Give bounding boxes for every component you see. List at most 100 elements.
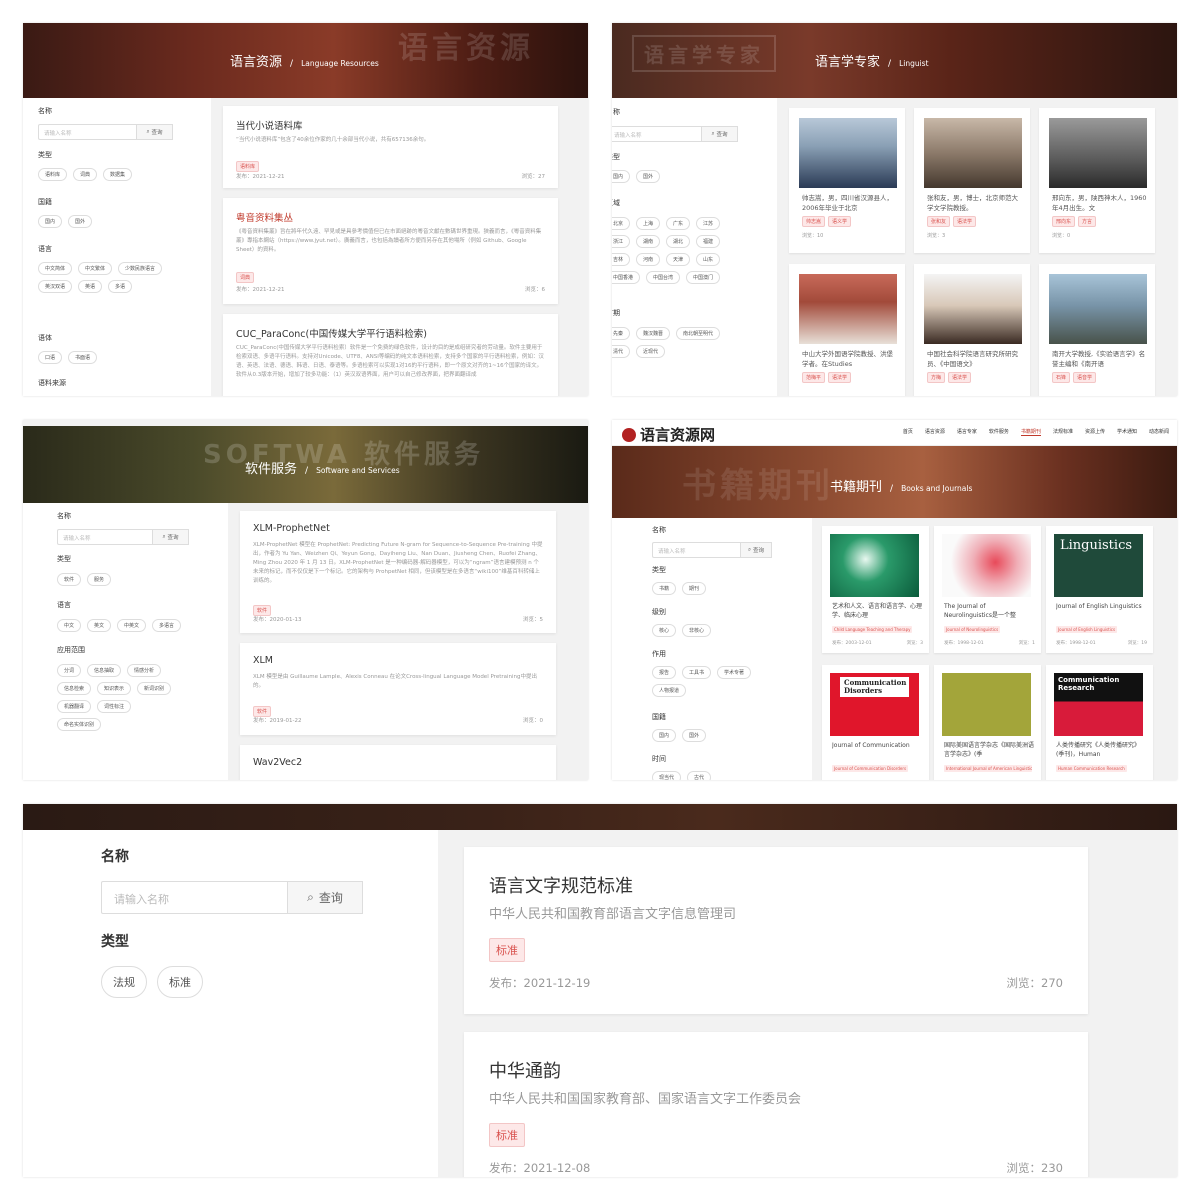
lang-chip[interactable]: 中文	[57, 619, 82, 632]
era-chip[interactable]: 近现代	[636, 345, 666, 358]
software-card[interactable]: XLM XLM 模型是由 Guillaume Lample、Alexis Con…	[240, 643, 556, 735]
nav-item[interactable]: 软件服务	[989, 428, 1009, 436]
era-chip[interactable]: 清代	[612, 345, 631, 358]
type-chip[interactable]: 标准	[157, 966, 203, 998]
region-chip[interactable]: 中国澳门	[686, 271, 721, 284]
use-chip[interactable]: 工具书	[682, 666, 712, 679]
lang-chip[interactable]: 少数民族语言	[118, 262, 163, 275]
search-button[interactable]: ⌕ 查询	[287, 881, 363, 914]
country-chip[interactable]: 国内	[612, 170, 631, 183]
country-chip[interactable]: 国外	[636, 170, 661, 183]
style-chip[interactable]: 口语	[38, 351, 63, 364]
nav-item-active[interactable]: 书籍期刊	[1020, 428, 1041, 436]
region-chip[interactable]: 天津	[666, 253, 691, 266]
card-title[interactable]: 当代小说语料库	[236, 118, 303, 132]
card-title[interactable]: XLM-ProphetNet	[253, 523, 330, 534]
nav-item[interactable]: 学术通知	[1117, 428, 1137, 436]
region-chip[interactable]: 中国台湾	[646, 271, 681, 284]
app-chip[interactable]: 词性标注	[97, 700, 132, 713]
lang-chip[interactable]: 英汉双语	[38, 280, 73, 293]
search-input[interactable]: 请输入名称	[612, 126, 701, 142]
type-chip[interactable]: 软件	[57, 573, 82, 586]
lang-chip[interactable]: 多语言	[152, 619, 182, 632]
era-chip[interactable]: 魏汉魏晋	[636, 327, 671, 340]
region-chip[interactable]: 江苏	[696, 217, 721, 230]
nav-item[interactable]: 资源上传	[1085, 428, 1105, 436]
card-title[interactable]: 语言文字规范标准	[489, 872, 633, 898]
region-chip[interactable]: 福建	[696, 235, 721, 248]
card-title[interactable]: CUC_ParaConc(中国传媒大学平行语料检索)	[236, 326, 427, 340]
country-chip[interactable]: 国内	[652, 729, 677, 742]
use-chip[interactable]: 学术专著	[717, 666, 752, 679]
lang-chip[interactable]: 英文	[87, 619, 112, 632]
app-chip[interactable]: 信息抽取	[87, 664, 122, 677]
lang-chip[interactable]: 中文简体	[38, 262, 73, 275]
country-chip[interactable]: 国内	[38, 215, 63, 228]
standard-card[interactable]: 语言文字规范标准 中华人民共和国教育部语言文字信息管理司 标准 发布：2021-…	[464, 847, 1088, 1014]
lang-chip[interactable]: 中文繁体	[78, 262, 113, 275]
search-button[interactable]: ⌕ 查询	[701, 126, 738, 142]
software-card[interactable]: XLM-ProphetNet XLM-ProphetNet 模型在 Prophe…	[240, 511, 556, 633]
nav-item[interactable]: 法规标准	[1053, 428, 1073, 436]
linguist-card[interactable]: 帅志嵩，男，四川省汉源县人，2006年毕业于北京 帅志嵩 语义学 浏览：10	[789, 108, 905, 253]
region-chip[interactable]: 上海	[636, 217, 661, 230]
linguist-card[interactable]: 南开大学教授,《实验语言学》名誉主编和《南开语 石锋 语音学	[1039, 264, 1155, 396]
app-chip[interactable]: 信息检索	[57, 682, 92, 695]
book-card[interactable]: 国际美国语言学杂志《国际美洲语言学杂志》(季 International Jou…	[934, 665, 1041, 780]
type-chip[interactable]: 词典	[73, 168, 98, 181]
search-button[interactable]: ⌕ 查询	[136, 124, 173, 140]
linguist-card[interactable]: 中山大学外国语学院教授、洪堡学者。在Studies 范梅平 语法学	[789, 264, 905, 396]
card-title[interactable]: 粤音资料集丛	[236, 210, 293, 224]
type-chip[interactable]: 数据集	[103, 168, 133, 181]
book-card[interactable]: Linguistics Journal of English Linguisti…	[1046, 526, 1153, 653]
region-chip[interactable]: 河南	[636, 253, 661, 266]
linguist-card[interactable]: 张和友，男，博士，北京师范大学文学院教授。 张和友 语法学 浏览：3	[914, 108, 1030, 253]
app-chip[interactable]: 知识表示	[97, 682, 132, 695]
card-title[interactable]: Wav2Vec2	[253, 757, 302, 768]
region-chip[interactable]: 广东	[666, 217, 691, 230]
style-chip[interactable]: 书面语	[68, 351, 98, 364]
book-card[interactable]: 艺术和人文、语言和语言学、心理学、临床心理 Child Language Tea…	[822, 526, 929, 653]
site-logo[interactable]: 语言资源网	[622, 424, 715, 445]
search-input[interactable]: 请输入名称	[38, 124, 136, 140]
linguist-card[interactable]: 邢向东，男，陕西神木人，1960年4月出生。文 邢向东 方言 浏览：0	[1039, 108, 1155, 253]
region-chip[interactable]: 北京	[612, 217, 631, 230]
app-chip[interactable]: 情感分析	[127, 664, 162, 677]
type-chip[interactable]: 法规	[101, 966, 147, 998]
level-chip[interactable]: 核心	[652, 624, 677, 637]
app-chip[interactable]: 分词	[57, 664, 82, 677]
search-button[interactable]: ⌕ 查询	[740, 542, 772, 558]
country-chip[interactable]: 国外	[68, 215, 93, 228]
book-card[interactable]: Communication Disorders Journal of Commu…	[822, 665, 929, 780]
region-chip[interactable]: 浙江	[612, 235, 631, 248]
type-chip[interactable]: 服务	[87, 573, 112, 586]
region-chip[interactable]: 山东	[696, 253, 721, 266]
standard-card[interactable]: 中华通韵 中华人民共和国国家教育部、国家语言文字工作委员会 标准 发布：2021…	[464, 1032, 1088, 1177]
level-chip[interactable]: 非核心	[682, 624, 712, 637]
lang-chip[interactable]: 英语	[78, 280, 103, 293]
resource-card[interactable]: 粤音资料集丛 《粤音資料集叢》旨在將年代久遠、罕見或是具參考價值但已在市面絕跡的…	[223, 198, 558, 304]
era-chip[interactable]: 南北朝至明代	[676, 327, 721, 340]
lang-chip[interactable]: 多语	[108, 280, 133, 293]
time-chip[interactable]: 现当代	[652, 771, 682, 780]
region-chip[interactable]: 中国香港	[612, 271, 641, 284]
type-chip[interactable]: 书籍	[652, 582, 677, 595]
software-card[interactable]: Wav2Vec2	[240, 745, 556, 780]
search-input[interactable]: 请输入名称	[57, 529, 152, 545]
nav-item[interactable]: 语言专家	[957, 428, 977, 436]
search-input[interactable]: 请输入名称	[652, 542, 740, 558]
app-chip[interactable]: 机器翻译	[57, 700, 92, 713]
nav-item[interactable]: 首页	[903, 428, 913, 436]
country-chip[interactable]: 国外	[682, 729, 707, 742]
region-chip[interactable]: 吉林	[612, 253, 631, 266]
linguist-card[interactable]: 中国社会科学院语言研究所研究员、《中国语文》 方梅 语法学	[914, 264, 1030, 396]
use-chip[interactable]: 报告	[652, 666, 677, 679]
search-input[interactable]: 请输入名称	[101, 881, 287, 914]
type-chip[interactable]: 期刊	[682, 582, 707, 595]
region-chip[interactable]: 湖北	[666, 235, 691, 248]
region-chip[interactable]: 湖南	[636, 235, 661, 248]
search-button[interactable]: ⌕ 查询	[152, 529, 189, 545]
nav-item[interactable]: 动态新闻	[1149, 428, 1169, 436]
time-chip[interactable]: 古代	[687, 771, 712, 780]
type-chip[interactable]: 语料库	[38, 168, 68, 181]
